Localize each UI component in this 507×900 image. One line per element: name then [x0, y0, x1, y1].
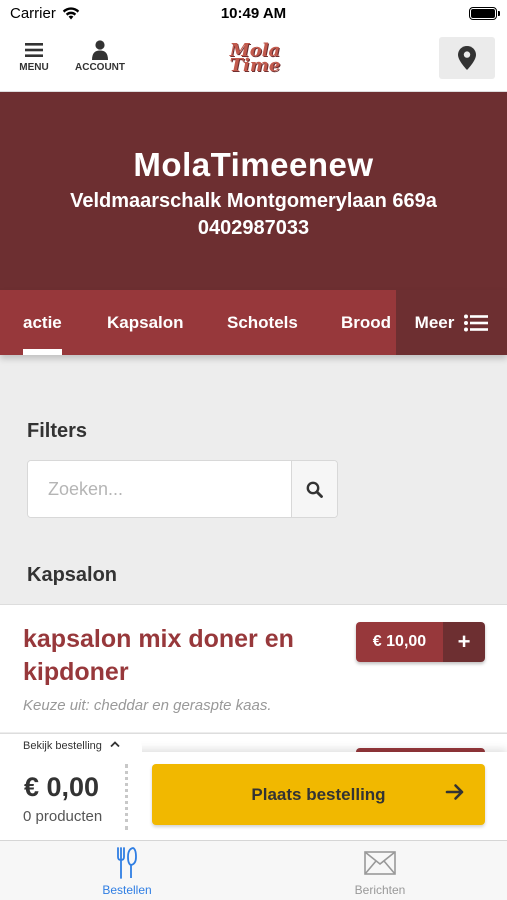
- restaurant-name: MolaTimeenew: [133, 146, 374, 183]
- search-input[interactable]: [28, 461, 291, 517]
- search-button[interactable]: [291, 461, 337, 517]
- section-heading-kapsalon: Kapsalon: [27, 564, 118, 586]
- tab-kapsalon[interactable]: Kapsalon: [107, 290, 184, 355]
- order-total: € 0,00: [24, 772, 100, 802]
- envelope-icon: [364, 847, 396, 879]
- user-icon: [91, 38, 109, 62]
- account-button[interactable]: ACCOUNT: [72, 38, 128, 73]
- filters-heading: Filters: [27, 420, 88, 442]
- more-categories-button[interactable]: Meer: [396, 290, 507, 355]
- product-card[interactable]: kapsalon mix doner en kipdoner Keuze uit…: [0, 604, 507, 732]
- bottom-tab-bar: Bestellen Berichten: [0, 840, 507, 900]
- tab-bestellen[interactable]: Bestellen: [67, 847, 187, 897]
- tab-actie[interactable]: actie: [23, 290, 62, 355]
- plus-icon: +: [443, 622, 485, 662]
- add-to-cart-button[interactable]: € 10,00 +: [356, 622, 485, 662]
- order-item-count: 0 producten: [23, 808, 103, 825]
- tab-berichten-label: Berichten: [354, 883, 406, 897]
- search-box: [27, 460, 338, 518]
- product-description: Keuze uit: cheddar en geraspte kaas.: [23, 697, 272, 714]
- tab-brood[interactable]: Brood: [341, 290, 391, 355]
- menu-button[interactable]: MENU: [14, 38, 54, 73]
- place-order-button[interactable]: Plaats bestelling: [152, 764, 485, 825]
- battery-icon: [469, 7, 500, 20]
- status-bar: Carrier 10:49 AM: [0, 0, 507, 28]
- location-button[interactable]: [439, 37, 495, 79]
- hamburger-icon: [25, 38, 43, 62]
- fork-knife-icon: [116, 847, 138, 879]
- list-icon: [464, 314, 489, 331]
- brand-logo[interactable]: Mola Time: [210, 36, 300, 80]
- search-icon: [306, 481, 323, 498]
- more-label: Meer: [414, 312, 455, 332]
- menu-label: MENU: [19, 62, 49, 73]
- top-navbar: MENU ACCOUNT Mola Time: [0, 28, 507, 92]
- restaurant-header: MolaTimeenew Veldmaarschalk Montgomeryla…: [0, 92, 507, 290]
- account-label: ACCOUNT: [75, 62, 125, 73]
- chevron-up-icon: [110, 741, 120, 748]
- tab-bestellen-label: Bestellen: [102, 883, 152, 897]
- category-tabs: actie Kapsalon Schotels Brood Meer: [0, 290, 507, 355]
- product-price: € 10,00: [356, 622, 443, 662]
- place-order-label: Plaats bestelling: [251, 784, 386, 804]
- arrow-right-icon: [445, 784, 464, 800]
- restaurant-phone[interactable]: 0402987033: [0, 217, 507, 240]
- logo-line-2: Time: [229, 55, 281, 76]
- map-pin-icon: [458, 46, 476, 70]
- restaurant-address: Veldmaarschalk Montgomerylaan 669a: [70, 190, 437, 212]
- order-summary-bar: Bekijk bestelling € 0,00 0 producten Pla…: [0, 734, 507, 840]
- tab-berichten[interactable]: Berichten: [320, 847, 440, 897]
- clock: 10:49 AM: [220, 5, 287, 22]
- view-order-label: Bekijk bestelling: [23, 740, 102, 752]
- tab-schotels[interactable]: Schotels: [227, 290, 298, 355]
- product-name: kapsalon mix doner en kipdoner: [23, 625, 294, 686]
- divider: [125, 764, 128, 830]
- view-order-toggle[interactable]: Bekijk bestelling: [0, 734, 142, 760]
